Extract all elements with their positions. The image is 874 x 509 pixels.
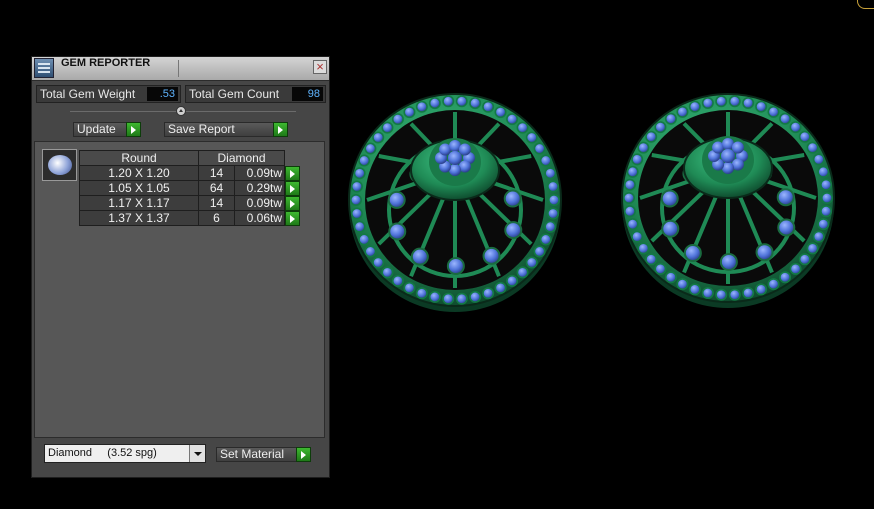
- slider-handle[interactable]: [176, 106, 186, 116]
- select-row-button[interactable]: [285, 210, 300, 226]
- 3d-viewport[interactable]: [336, 80, 866, 340]
- earring-model-right[interactable]: [621, 93, 835, 308]
- save-report-button[interactable]: Save Report: [164, 122, 288, 137]
- total-gem-count-value: 98: [292, 87, 323, 101]
- close-icon[interactable]: ×: [313, 60, 327, 74]
- material-dropdown-value: Diamond (3.52 spg): [48, 447, 157, 459]
- corner-decoration: [857, 0, 874, 9]
- play-icon: [126, 122, 141, 137]
- gem-size: 1.05 X 1.05: [79, 180, 199, 196]
- table-row: 1.17 X 1.17 14 0.09tw: [79, 195, 301, 211]
- set-material-button[interactable]: Set Material: [216, 447, 311, 462]
- table-row: 1.05 X 1.05 64 0.29tw: [79, 180, 301, 196]
- total-gem-count: Total Gem Count 98: [185, 85, 326, 103]
- column-header-material: Diamond: [198, 150, 285, 166]
- gem-list-area: Round Diamond 1.20 X 1.20 14 0.09tw 1.05…: [34, 141, 325, 438]
- gem-size: 1.20 X 1.20: [79, 165, 199, 181]
- gem-count: 6: [198, 210, 235, 226]
- chevron-down-icon[interactable]: [189, 445, 205, 462]
- gem-thumbnail[interactable]: [42, 149, 77, 181]
- gem-weight: 0.09tw: [234, 165, 285, 181]
- round-gem-icon: [48, 155, 72, 175]
- select-row-button[interactable]: [285, 165, 300, 181]
- material-dropdown[interactable]: Diamond (3.52 spg): [44, 444, 206, 463]
- set-material-button-label: Set Material: [220, 447, 285, 461]
- save-report-button-label: Save Report: [168, 122, 235, 136]
- total-gem-weight: Total Gem Weight .53: [36, 85, 181, 103]
- report-icon: [34, 58, 54, 78]
- title-bar[interactable]: GEM REPORTER ×: [32, 57, 329, 81]
- table-row: 1.37 X 1.37 6 0.06tw: [79, 210, 301, 226]
- select-row-button[interactable]: [285, 180, 300, 196]
- play-icon: [296, 447, 311, 462]
- column-header-shape: Round: [79, 150, 199, 166]
- play-icon: [273, 122, 288, 137]
- gem-count: 14: [198, 165, 235, 181]
- total-gem-weight-value: .53: [147, 87, 178, 101]
- gem-size: 1.17 X 1.17: [79, 195, 199, 211]
- panel-title: GEM REPORTER: [61, 57, 151, 69]
- update-button-label: Update: [77, 122, 116, 136]
- gem-count: 14: [198, 195, 235, 211]
- update-button[interactable]: Update: [73, 122, 141, 137]
- gem-reporter-panel: GEM REPORTER × Total Gem Weight .53 Tota…: [31, 56, 330, 478]
- gem-weight: 0.29tw: [234, 180, 285, 196]
- table-row: 1.20 X 1.20 14 0.09tw: [79, 165, 301, 181]
- title-divider: [178, 60, 179, 77]
- table-header-row: Round Diamond: [79, 150, 301, 166]
- total-gem-count-label: Total Gem Count: [189, 87, 280, 101]
- select-row-button[interactable]: [285, 195, 300, 211]
- gem-table: Round Diamond 1.20 X 1.20 14 0.09tw 1.05…: [79, 150, 301, 226]
- gem-size: 1.37 X 1.37: [79, 210, 199, 226]
- total-gem-weight-label: Total Gem Weight: [40, 87, 136, 101]
- gem-weight: 0.09tw: [234, 195, 285, 211]
- earring-model-left[interactable]: [348, 93, 562, 312]
- gem-count: 64: [198, 180, 235, 196]
- gem-weight: 0.06tw: [234, 210, 285, 226]
